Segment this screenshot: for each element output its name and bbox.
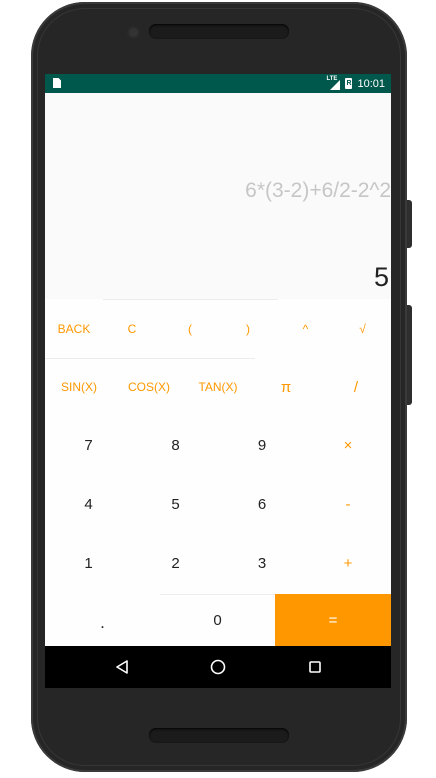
power-button-key[interactable]: ^ (277, 299, 334, 358)
battery-icon: R (345, 78, 353, 89)
status-icons: LTE R 10:01 (326, 76, 385, 91)
digit-3-button[interactable]: 3 (219, 533, 305, 594)
nav-back-button[interactable] (92, 646, 152, 688)
front-camera (129, 28, 138, 37)
digit-4-button[interactable]: 4 (45, 475, 132, 533)
bottom-speaker-grille (149, 728, 289, 743)
nav-home-button[interactable] (188, 646, 248, 688)
open-paren-button[interactable]: ( (161, 299, 219, 358)
back-button[interactable]: BACK (45, 299, 103, 358)
app-screen: LTE R 10:01 6*(3-2)+6/2-2^2 5 BACK C ( )… (45, 74, 391, 688)
nav-recents-button[interactable] (285, 646, 345, 688)
top-speaker-grille (149, 24, 289, 39)
expression-text: 6*(3-2)+6/2-2^2 (245, 179, 391, 202)
cos-button[interactable]: COS(X) (113, 358, 185, 416)
digit-5-button[interactable]: 5 (132, 475, 219, 533)
close-paren-button[interactable]: ) (219, 299, 277, 358)
keypad: BACK C ( ) ^ √ SIN(X) COS(X) TAN(X) π / … (45, 299, 391, 646)
volume-button (407, 200, 412, 248)
status-bar: LTE R 10:01 (45, 74, 391, 93)
decimal-point-button[interactable]: . (45, 594, 160, 646)
navigation-bar (45, 646, 391, 688)
back-triangle-icon (116, 660, 128, 674)
lte-signal-icon: LTE (326, 76, 341, 90)
digit-1-button[interactable]: 1 (45, 533, 132, 594)
digit-0-button[interactable]: 0 (160, 594, 275, 646)
multiply-button[interactable]: × (305, 416, 391, 475)
result-text: 5 (373, 262, 389, 292)
divide-button[interactable]: / (321, 358, 391, 416)
home-circle-icon (210, 659, 226, 675)
sim-card-icon (53, 78, 61, 88)
status-time: 10:01 (357, 77, 385, 90)
sqrt-button[interactable]: √ (334, 299, 391, 358)
pi-button[interactable]: π (251, 358, 321, 416)
minus-button[interactable]: - (305, 475, 391, 533)
sin-button[interactable]: SIN(X) (45, 358, 113, 416)
power-button (407, 305, 412, 405)
digit-2-button[interactable]: 2 (132, 533, 219, 594)
plus-button[interactable]: + (305, 533, 391, 594)
digit-9-button[interactable]: 9 (219, 416, 305, 475)
calculator-display: 6*(3-2)+6/2-2^2 5 (45, 93, 391, 299)
digit-8-button[interactable]: 8 (132, 416, 219, 475)
digit-7-button[interactable]: 7 (45, 416, 132, 475)
equals-button[interactable]: = (275, 594, 391, 646)
clear-button[interactable]: C (103, 299, 161, 358)
recents-square-icon (309, 661, 321, 673)
digit-6-button[interactable]: 6 (219, 475, 305, 533)
tan-button[interactable]: TAN(X) (185, 358, 251, 416)
